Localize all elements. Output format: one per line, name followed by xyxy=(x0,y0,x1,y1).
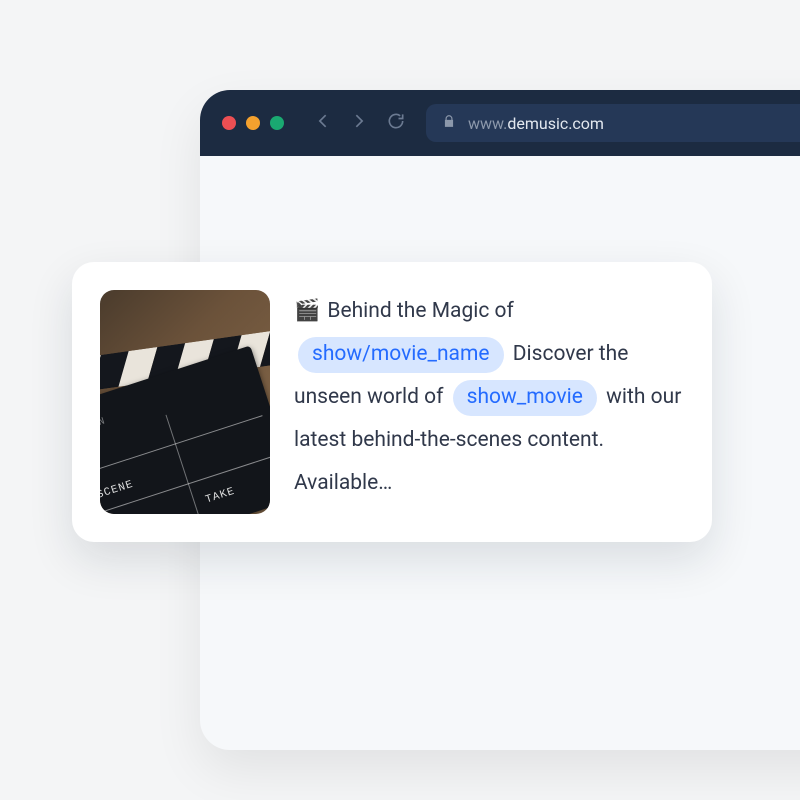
window-traffic-lights xyxy=(222,116,284,130)
browser-chrome: www.demusic.com xyxy=(200,90,800,156)
variable-pill-show-movie-name[interactable]: show/movie_name xyxy=(298,337,504,373)
address-bar[interactable]: www.demusic.com xyxy=(426,104,800,142)
url-subdomain: www. xyxy=(468,114,507,133)
minimize-window-dot[interactable] xyxy=(246,116,260,130)
preview-card: CTION SCENE TAKE 🎬 Behind the Magic of s… xyxy=(72,262,712,542)
nav-buttons xyxy=(314,111,406,135)
clapper-emoji-icon: 🎬 xyxy=(294,299,320,323)
card-text: 🎬 Behind the Magic of show/movie_name Di… xyxy=(294,290,684,514)
url-text: www.demusic.com xyxy=(468,114,604,133)
variable-pill-show-movie[interactable]: show_movie xyxy=(453,380,597,416)
close-window-dot[interactable] xyxy=(222,116,236,130)
card-thumbnail: CTION SCENE TAKE xyxy=(100,290,270,514)
refresh-icon[interactable] xyxy=(386,111,406,135)
maximize-window-dot[interactable] xyxy=(270,116,284,130)
forward-icon[interactable] xyxy=(348,111,368,135)
url-host: demusic.com xyxy=(507,114,604,133)
text-fragment-1: Behind the Magic of xyxy=(327,299,513,323)
lock-icon xyxy=(442,113,456,133)
back-icon[interactable] xyxy=(314,111,334,135)
